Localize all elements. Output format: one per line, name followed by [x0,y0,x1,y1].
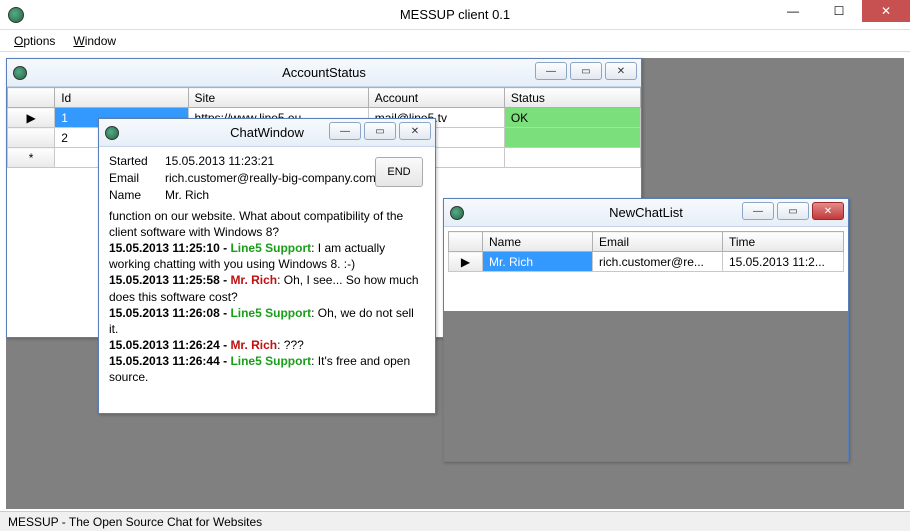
grid-corner [8,88,55,108]
table-row[interactable]: ▶ Mr. Rich rich.customer@re... 15.05.201… [449,252,844,272]
email-label: Email [109,170,165,186]
chat-text: : ??? [277,338,304,352]
mdi-area: AccountStatus — ▭ ✕ Id Site Account Stat… [6,58,904,509]
status-text: MESSUP - The Open Source Chat for Websit… [8,515,262,529]
cell-status[interactable] [504,148,640,168]
close-button[interactable]: ✕ [862,0,910,22]
cell-status[interactable] [504,128,640,148]
child-titlebar[interactable]: ChatWindow — ▭ ✕ [99,119,435,147]
name-value: Mr. Rich [165,187,209,203]
col-email[interactable]: Email [593,232,723,252]
close-button[interactable]: ✕ [605,62,637,80]
row-marker [8,128,55,148]
name-label: Name [109,187,165,203]
minimize-button[interactable]: — [742,202,774,220]
app-titlebar: MESSUP client 0.1 — ☐ ✕ [0,0,910,30]
end-button[interactable]: END [375,157,423,187]
window-controls: — ☐ ✕ [770,0,910,22]
new-chat-list-window: NewChatList — ▭ ✕ Name Email Time ▶ Mr. … [443,198,849,462]
menu-options[interactable]: Options [14,34,55,48]
chat-sender: Line5 Support [230,306,311,320]
chat-sender: Mr. Rich [230,338,277,352]
chat-timestamp: 15.05.2013 11:26:08 - [109,306,230,320]
close-button[interactable]: ✕ [812,202,844,220]
col-account[interactable]: Account [368,88,504,108]
statusbar: MESSUP - The Open Source Chat for Websit… [0,511,910,531]
chat-timestamp: 15.05.2013 11:25:58 - [109,273,230,287]
minimize-button[interactable]: — [329,122,361,140]
chat-timestamp: 15.05.2013 11:26:24 - [109,338,230,352]
chat-sender: Mr. Rich [230,273,277,287]
col-status[interactable]: Status [504,88,640,108]
chat-timestamp: 15.05.2013 11:26:44 - [109,354,230,368]
app-icon [450,206,464,220]
chat-timestamp: 15.05.2013 11:25:10 - [109,241,230,255]
menubar: Options Window [0,30,910,52]
menu-window[interactable]: Window [73,34,116,48]
grid-corner [449,232,483,252]
col-time[interactable]: Time [723,232,844,252]
row-marker: ▶ [8,108,55,128]
close-button[interactable]: ✕ [399,122,431,140]
app-icon [13,66,27,80]
email-value: rich.customer@really-big-company.com [165,170,376,186]
maximize-button[interactable]: ☐ [816,0,862,22]
cell-name[interactable]: Mr. Rich [483,252,593,272]
col-id[interactable]: Id [55,88,188,108]
child-titlebar[interactable]: AccountStatus — ▭ ✕ [7,59,641,87]
started-value: 15.05.2013 11:23:21 [165,153,274,169]
chat-window: ChatWindow — ▭ ✕ END Started15.05.2013 1… [98,118,436,414]
cell-email[interactable]: rich.customer@re... [593,252,723,272]
minimize-button[interactable]: — [770,0,816,22]
window-title: NewChatList [609,205,683,220]
chat-sender: Line5 Support [230,354,311,368]
chat-text: function on our website. What about comp… [109,209,403,239]
app-icon [105,126,119,140]
new-chat-grid[interactable]: Name Email Time ▶ Mr. Rich rich.customer… [448,231,844,272]
started-label: Started [109,153,165,169]
child-titlebar[interactable]: NewChatList — ▭ ✕ [444,199,848,227]
row-marker: * [8,148,55,168]
window-title: ChatWindow [230,125,304,140]
minimize-button[interactable]: — [535,62,567,80]
chat-sender: Line5 Support [230,241,311,255]
maximize-button[interactable]: ▭ [777,202,809,220]
cell-time[interactable]: 15.05.2013 11:2... [723,252,844,272]
app-title: MESSUP client 0.1 [400,7,510,22]
row-marker: ▶ [449,252,483,272]
col-name[interactable]: Name [483,232,593,252]
cell-status[interactable]: OK [504,108,640,128]
window-title: AccountStatus [282,65,366,80]
col-site[interactable]: Site [188,88,368,108]
maximize-button[interactable]: ▭ [364,122,396,140]
maximize-button[interactable]: ▭ [570,62,602,80]
app-icon [8,7,24,23]
chat-log: function on our website. What about comp… [109,208,425,386]
